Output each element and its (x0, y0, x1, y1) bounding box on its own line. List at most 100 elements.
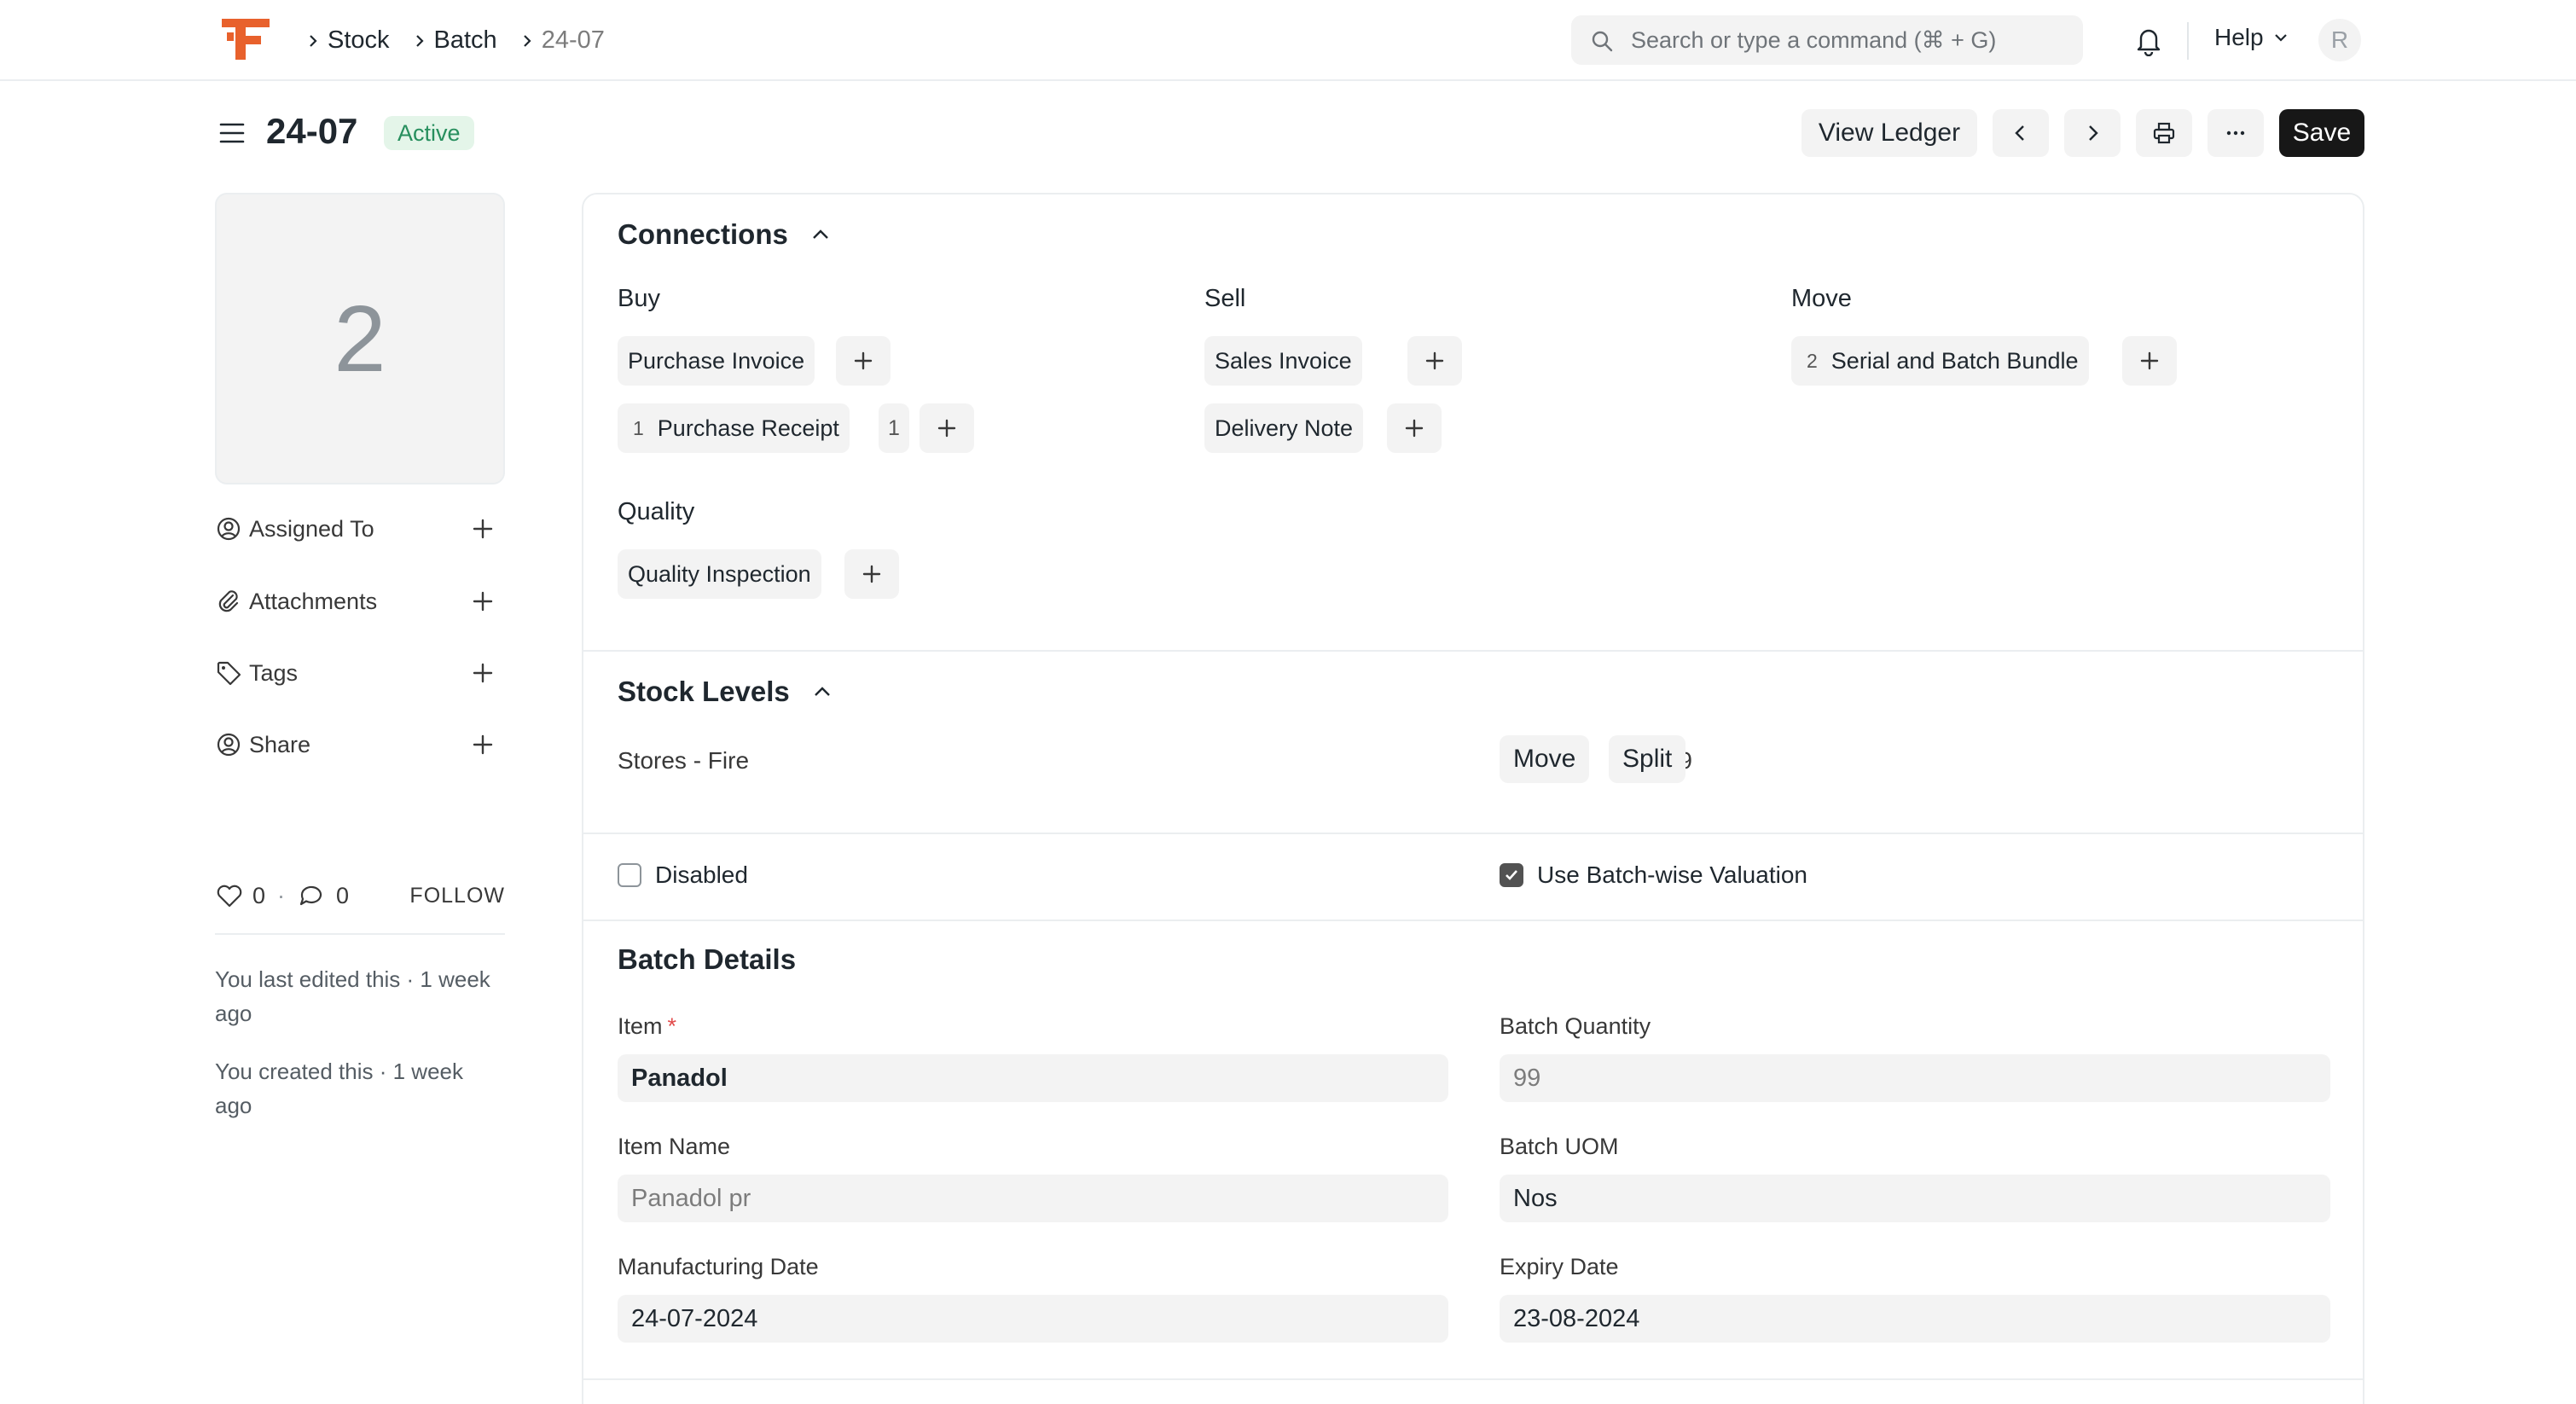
add-serial-and-batch-bundle-button[interactable] (2122, 336, 2177, 386)
batch-uom-field[interactable]: Nos (1500, 1175, 2330, 1222)
sidebar-item-label: Tags (249, 659, 299, 686)
group-label-move: Move (1791, 285, 1852, 312)
item-name-field: Panadol pr (618, 1175, 1448, 1222)
sidebar-divider (215, 933, 505, 935)
link-quality-inspection[interactable]: Quality Inspection (618, 549, 821, 599)
plus-icon[interactable] (469, 731, 496, 758)
share-icon (217, 733, 241, 757)
breadcrumb-batch[interactable]: Batch (434, 26, 497, 55)
view-ledger-button[interactable]: View Ledger (1801, 109, 1977, 157)
label-text: Item (618, 1013, 663, 1039)
bell-icon[interactable] (2132, 24, 2165, 56)
sidebar-item-label: Share (249, 731, 311, 757)
batch-wise-valuation-checkbox[interactable] (1500, 863, 1523, 887)
checkbox-label: Disabled (655, 862, 748, 888)
tag-icon (217, 661, 241, 686)
record-image-placeholder[interactable]: 2 (215, 193, 505, 484)
engagement-bar: 0 · 0 FOLLOW (215, 877, 505, 914)
plus-icon[interactable] (469, 588, 496, 615)
item-field[interactable]: Panadol (618, 1054, 1448, 1102)
app-logo[interactable] (220, 17, 271, 61)
more-actions-button[interactable] (2208, 109, 2264, 157)
link-sales-invoice[interactable]: Sales Invoice (1204, 336, 1362, 386)
disabled-checkbox[interactable] (618, 863, 641, 887)
plus-icon (1425, 351, 1444, 370)
plus-icon (2140, 351, 2159, 370)
chevron-up-icon (812, 229, 828, 239)
search-bar[interactable] (1571, 15, 2083, 65)
chevron-left-icon (2015, 125, 2024, 141)
search-icon (1592, 31, 1613, 52)
breadcrumb: Stock Batch 24-07 (299, 0, 620, 81)
status-badge: Active (384, 116, 474, 150)
chevron-right-icon (513, 33, 542, 49)
sidebar-toggle-icon[interactable] (218, 119, 246, 147)
link-label: Serial and Batch Bundle (1830, 347, 2079, 374)
sidebar-item-tags[interactable]: Tags (215, 654, 505, 692)
assign-icon (217, 517, 241, 541)
plus-icon (937, 419, 956, 438)
purchase-receipt-open-count[interactable]: 1 (879, 403, 909, 453)
sidebar-item-attachments[interactable]: Attachments (215, 583, 505, 620)
plus-icon[interactable] (469, 659, 496, 687)
more-horizontal-icon (2226, 131, 2245, 136)
link-delivery-note[interactable]: Delivery Note (1204, 403, 1364, 453)
chevron-up-icon (814, 687, 830, 696)
plus-icon (862, 565, 881, 583)
expiry-date-field[interactable]: 23-08-2024 (1500, 1295, 2330, 1343)
plus-icon[interactable] (469, 515, 496, 542)
section-divider (583, 920, 2363, 921)
comment-count: 0 (336, 882, 350, 908)
breadcrumb-current[interactable]: 24-07 (542, 26, 605, 55)
link-purchase-receipt[interactable]: 1 Purchase Receipt (618, 403, 850, 453)
batch-details-section-header: Batch Details (618, 943, 796, 976)
bundle-count: 2 (1807, 349, 1818, 372)
chevron-down-icon (2274, 34, 2287, 42)
manufacturing-date-field[interactable]: 24-07-2024 (618, 1295, 1448, 1343)
connections-section-header[interactable]: Connections (618, 218, 833, 251)
section-title: Batch Details (618, 943, 797, 975)
link-label: Purchase Receipt (657, 415, 839, 441)
manufacturing-date-label: Manufacturing Date (618, 1254, 819, 1279)
help-menu[interactable]: Help (2214, 24, 2289, 51)
next-record-button[interactable] (2064, 109, 2121, 157)
separator-dot: · (277, 882, 286, 908)
stock-levels-section-header[interactable]: Stock Levels (618, 676, 834, 708)
link-purchase-invoice[interactable]: Purchase Invoice (618, 336, 815, 386)
stock-move-button[interactable]: Move (1500, 735, 1590, 783)
sidebar-item-share[interactable]: Share (215, 726, 505, 763)
add-quality-inspection-button[interactable] (844, 549, 899, 599)
plus-icon (1405, 419, 1424, 438)
batch-quantity-label: Batch Quantity (1500, 1013, 1651, 1039)
search-input[interactable] (1631, 15, 2066, 65)
disabled-checkbox-row[interactable]: Disabled (618, 862, 748, 889)
link-serial-and-batch-bundle[interactable]: 2 Serial and Batch Bundle (1791, 336, 2089, 386)
sidebar-item-label: Assigned To (249, 515, 374, 542)
batch-wise-valuation-checkbox-row[interactable]: Use Batch-wise Valuation (1500, 862, 1807, 889)
section-divider (583, 1378, 2363, 1380)
add-purchase-receipt-button[interactable] (920, 403, 974, 453)
user-avatar[interactable]: R (2318, 19, 2361, 61)
item-name-label: Item Name (618, 1134, 731, 1159)
comment-icon[interactable] (297, 881, 326, 910)
check-icon (1506, 870, 1517, 880)
page-title: 24-07 (266, 111, 358, 151)
add-purchase-invoice-button[interactable] (836, 336, 891, 386)
timeline-created: You created this · 1 week ago (215, 1059, 463, 1118)
top-navbar: Stock Batch 24-07 Help R (0, 0, 2576, 81)
section-divider (583, 833, 2363, 834)
previous-record-button[interactable] (1993, 109, 2049, 157)
expiry-date-label: Expiry Date (1500, 1254, 1619, 1279)
add-delivery-note-button[interactable] (1387, 403, 1442, 453)
stock-warehouse[interactable]: Stores - Fire (618, 747, 749, 775)
follow-button[interactable]: FOLLOW (409, 884, 505, 908)
breadcrumb-stock[interactable]: Stock (328, 26, 390, 55)
sidebar-item-assigned-to[interactable]: Assigned To (215, 510, 505, 548)
stock-split-button[interactable]: Split (1609, 735, 1686, 783)
heart-icon[interactable] (215, 881, 244, 910)
add-sales-invoice-button[interactable] (1407, 336, 1462, 386)
group-label-sell: Sell (1204, 285, 1246, 312)
print-button[interactable] (2136, 109, 2192, 157)
plus-icon (854, 351, 873, 370)
save-button[interactable]: Save (2279, 109, 2364, 157)
